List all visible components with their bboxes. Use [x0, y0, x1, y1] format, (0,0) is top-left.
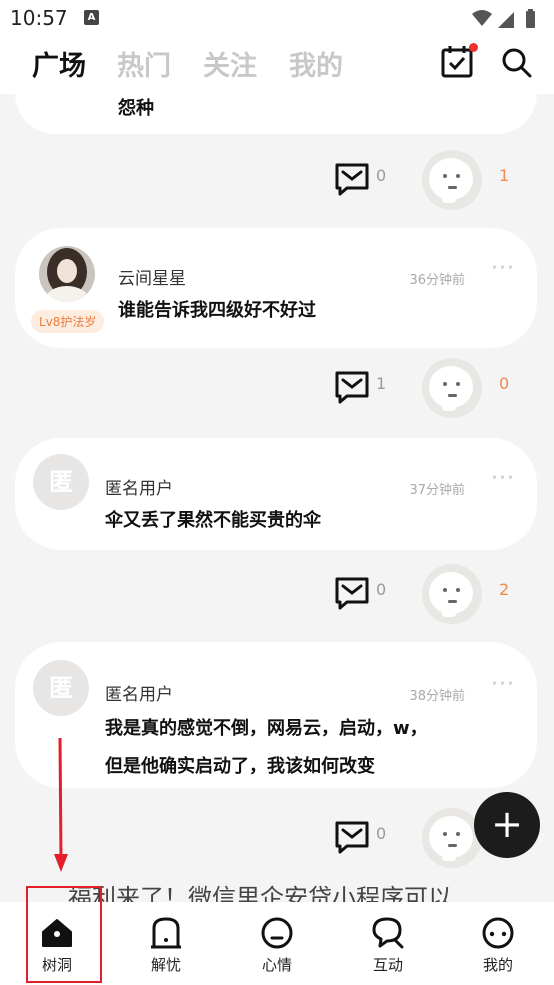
nav-interact[interactable]: 互动 — [348, 916, 428, 976]
comment-icon[interactable] — [334, 820, 370, 854]
nav-relief[interactable]: 解忧 — [126, 916, 206, 976]
profile-icon — [482, 917, 514, 949]
top-header: 广场 热门 关注 我的 — [0, 38, 554, 94]
avatar[interactable] — [39, 246, 95, 302]
comment-icon[interactable] — [334, 576, 370, 610]
post-text: 谁能告诉我四级好不好过 — [118, 300, 316, 321]
post-actions: 0 — [0, 808, 554, 868]
nav-label: 我的 — [482, 956, 513, 974]
post-text-line: 但是他确实启动了，我该如何改变 — [105, 756, 375, 777]
nav-profile[interactable]: 我的 — [458, 916, 538, 976]
like-face-icon[interactable] — [422, 150, 482, 210]
calendar-checkin-button[interactable] — [440, 43, 480, 84]
more-options-icon[interactable]: ··· — [491, 256, 515, 281]
chat-bubbles-icon — [372, 917, 404, 949]
user-photo — [39, 246, 95, 302]
comment-count: 0 — [376, 580, 387, 599]
annotation-highlight-box — [26, 886, 102, 983]
search-icon — [502, 48, 532, 78]
nav-label: 互动 — [372, 956, 403, 974]
search-button[interactable] — [500, 46, 536, 82]
comment-count: 0 — [376, 824, 387, 843]
battery-icon — [526, 11, 535, 28]
more-options-icon[interactable]: ··· — [491, 672, 515, 697]
create-post-button[interactable]: + — [474, 792, 540, 858]
post-actions: 1 0 — [0, 358, 554, 418]
post-text: 怨种 — [118, 98, 154, 119]
post-text: 伞又丢了果然不能买贵的伞 — [105, 510, 321, 531]
level-badge: Lv8护法岁 — [31, 310, 105, 333]
comment-icon[interactable] — [334, 162, 370, 196]
post-actions: 0 2 — [0, 564, 554, 624]
more-options-icon[interactable]: ··· — [491, 466, 515, 491]
post-card[interactable]: 匿 匿名用户 38分钟前 ··· 我是真的感觉不倒，网易云，启动，w， 但是他确… — [15, 642, 537, 788]
nav-label: 心情 — [261, 956, 292, 974]
post-card[interactable]: 怨种 — [15, 94, 537, 134]
like-count: 0 — [499, 374, 510, 393]
anonymous-avatar[interactable]: 匿 — [33, 454, 89, 510]
anonymous-avatar[interactable]: 匿 — [33, 660, 89, 716]
post-card[interactable]: Lv8护法岁 云间星星 36分钟前 ··· 谁能告诉我四级好不好过 — [15, 228, 537, 348]
status-indicators — [470, 8, 542, 34]
status-bar: 10:57 A — [0, 0, 554, 38]
comment-icon[interactable] — [334, 370, 370, 404]
wifi-icon — [472, 10, 492, 26]
status-time: 10:57 — [10, 6, 68, 30]
door-icon — [151, 917, 181, 949]
post-time: 36分钟前 — [409, 273, 465, 288]
tab-hot[interactable]: 热门 — [117, 44, 171, 83]
like-count: 2 — [499, 580, 510, 599]
post-time: 38分钟前 — [409, 689, 465, 704]
comment-count: 1 — [376, 374, 387, 393]
like-face-icon[interactable] — [422, 808, 482, 868]
username[interactable]: 匿名用户 — [105, 474, 173, 499]
nav-mood[interactable]: 心情 — [237, 916, 317, 976]
tab-mine[interactable]: 我的 — [289, 44, 343, 83]
notification-icon: A — [84, 10, 99, 25]
tab-square[interactable]: 广场 — [32, 44, 86, 83]
like-face-icon[interactable] — [422, 564, 482, 624]
annotation-arrow-icon — [54, 738, 68, 872]
tab-follow[interactable]: 关注 — [203, 44, 257, 83]
username[interactable]: 云间星星 — [118, 264, 186, 289]
post-time: 37分钟前 — [409, 483, 465, 498]
feed-list[interactable]: 怨种 0 1 Lv8护法岁 云间星星 36分钟前 ··· 谁能告诉我四级好不好过… — [0, 94, 554, 902]
mood-icon — [261, 917, 293, 949]
like-count: 1 — [499, 166, 510, 185]
username[interactable]: 匿名用户 — [105, 680, 173, 705]
like-face-icon[interactable] — [422, 358, 482, 418]
nav-label: 解忧 — [150, 956, 181, 974]
post-text-line: 我是真的感觉不倒，网易云，启动，w， — [105, 718, 428, 739]
signal-icon — [498, 12, 514, 28]
post-card[interactable]: 匿 匿名用户 37分钟前 ··· 伞又丢了果然不能买贵的伞 — [15, 438, 537, 550]
notification-dot — [469, 43, 478, 52]
comment-count: 0 — [376, 166, 387, 185]
post-actions: 0 1 — [0, 150, 554, 210]
